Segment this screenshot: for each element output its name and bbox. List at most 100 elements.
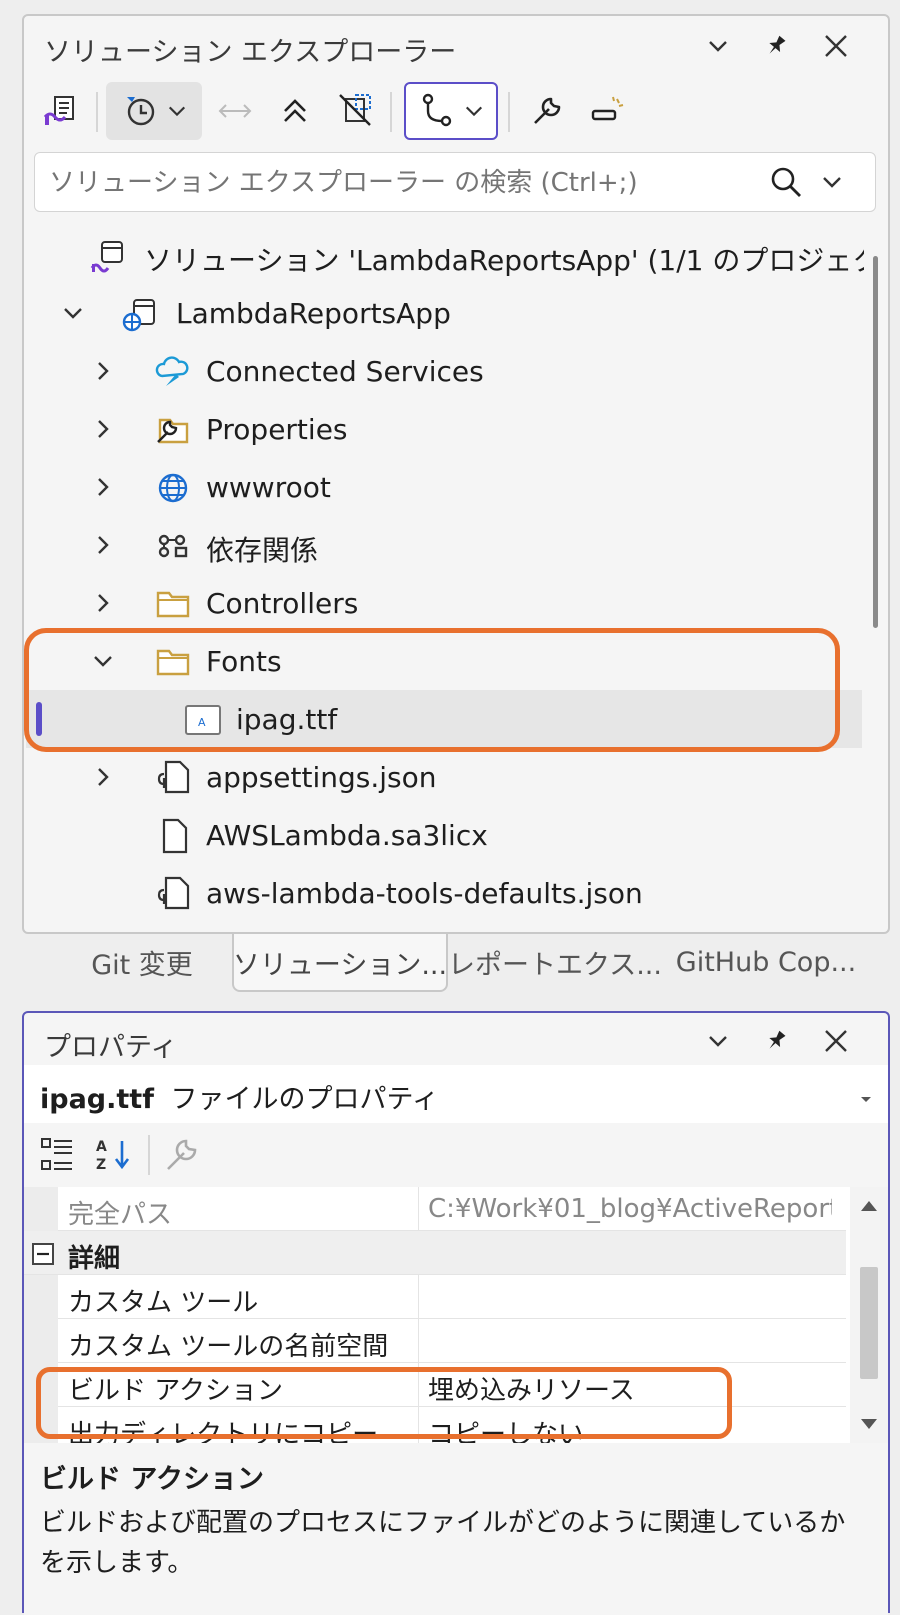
tree-item-label: 依存関係 [206,534,319,567]
description-text: ビルドおよび配置のプロセスにファイルがどのように関連しているかを示します。 [40,1508,846,1578]
tree-item-connected-services[interactable]: Connected Services [26,342,862,400]
property-value: C:¥Work¥01_blog¥ActiveReport [428,1194,832,1224]
tree-item-project[interactable]: LambdaReportsApp [26,284,862,342]
chevron-right-icon[interactable] [88,414,118,444]
property-grid: 完全パス C:¥Work¥01_blog¥ActiveReport 詳細 カスタ… [24,1187,888,1443]
category-name: 詳細 [68,1244,121,1274]
font-file-icon: A [185,705,221,735]
tree-item-label: LambdaReportsApp [176,297,451,330]
property-pages-wrench-icon [162,1135,202,1175]
svg-text:Z: Z [96,1157,106,1173]
properties-wrench-icon[interactable] [524,82,570,140]
property-name: 出力ディレクトリにコピー [68,1420,379,1443]
scroll-up-icon[interactable] [859,1199,879,1213]
property-value[interactable]: 埋め込みリソース [428,1370,635,1407]
tree-item-label: ipag.ttf [236,703,338,736]
solution-search-box [34,152,876,212]
chevron-right-icon[interactable] [88,530,118,560]
chevron-down-icon[interactable] [698,1021,738,1061]
show-all-files-icon[interactable] [332,82,380,140]
connected-services-icon [155,356,189,386]
collapse-icon[interactable] [32,1243,54,1269]
categorized-icon[interactable] [38,1135,78,1175]
search-icon[interactable] [769,165,803,203]
close-icon[interactable] [816,26,856,66]
solution-icon [90,241,123,273]
property-grid-scrollbar[interactable] [850,1187,888,1443]
tree-item-solution[interactable]: ソリューション 'LambdaReportsApp' (1/1 のプロジェクト) [26,226,864,284]
chevron-down-icon[interactable] [698,26,738,66]
tree-item-wwwroot[interactable]: wwwroot [26,458,862,516]
dependencies-icon [158,534,188,558]
chevron-down-icon[interactable] [58,298,88,328]
tree-item-label: Fonts [206,645,282,678]
json-file-icon [157,760,190,794]
object-selector-text: ipag.ttf ファイルのプロパティ [40,1077,439,1116]
tree-item-awslambda[interactable]: AWSLambda.sa3licx [26,806,862,864]
close-icon[interactable] [816,1021,856,1061]
scroll-thumb[interactable] [860,1267,878,1379]
tree-item-dependencies[interactable]: 依存関係 [26,516,862,574]
tree-item-controllers[interactable]: Controllers [26,574,862,632]
sync-with-document-icon[interactable] [212,82,258,140]
tool-window-tabs: Git 変更 ソリューション... レポートエクス... GitHub Cop.… [22,934,890,994]
pending-changes-filter-button[interactable] [106,82,202,140]
property-row-custom-tool-namespace[interactable]: カスタム ツールの名前空間 [24,1319,846,1363]
tree-item-properties[interactable]: Properties [26,400,862,458]
collapse-all-icon[interactable] [272,82,318,140]
view-selector-button[interactable] [404,82,498,140]
chevron-right-icon[interactable] [88,762,118,792]
tree-scrollbar[interactable] [873,256,878,628]
alphabetical-icon[interactable]: AZ [94,1135,134,1175]
property-category-details[interactable]: 詳細 [24,1231,846,1275]
tree-item-fonts[interactable]: Fonts [26,632,862,690]
json-file-icon [157,876,190,910]
chevron-down-icon[interactable] [88,646,118,676]
property-name: ビルド アクション [68,1376,283,1406]
search-input[interactable] [47,163,751,203]
object-type: ファイルのプロパティ [170,1084,439,1115]
property-row-custom-tool[interactable]: カスタム ツール [24,1275,846,1319]
tree-item-ipag-ttf[interactable]: A ipag.ttf [26,690,862,748]
folder-icon [156,591,190,618]
git-branch-icon [422,93,452,127]
tree-item-appsettings[interactable]: appsettings.json [26,748,862,806]
object-selector[interactable]: ipag.ttf ファイルのプロパティ [24,1065,888,1123]
property-row-full-path[interactable]: 完全パス C:¥Work¥01_blog¥ActiveReport [24,1187,846,1231]
properties-toolbar: AZ [24,1125,888,1183]
svg-text:A: A [96,1139,107,1155]
solution-explorer-panel: ソリューション エクスプローラー ソリューション エクスプローラー の検索 (C… [22,14,890,934]
property-value[interactable]: コピーしない [428,1414,584,1443]
preview-selected-items-icon[interactable] [584,82,630,140]
properties-panel: プロパティ ipag.ttf ファイルのプロパティ AZ 完全パス C:¥Wor… [22,1011,890,1615]
chevron-right-icon[interactable] [88,356,118,386]
property-row-build-action[interactable]: ビルド アクション 埋め込みリソース [24,1363,846,1407]
property-name: カスタム ツールの名前空間 [68,1332,389,1362]
search-options-chevron-icon[interactable] [821,171,843,197]
chevron-right-icon[interactable] [88,588,118,618]
tree-item-label: AWSLambda.sa3licx [206,819,488,852]
caret-down-icon[interactable] [860,1089,872,1108]
scroll-down-icon[interactable] [859,1417,879,1431]
tab-github-copilot[interactable]: GitHub Cop... [668,934,864,990]
properties-title: プロパティ [44,1032,178,1063]
property-row-copy-to-output[interactable]: 出力ディレクトリにコピー コピーしない [24,1407,846,1443]
globe-icon [158,473,188,503]
tree-item-aws-tools[interactable]: aws-lambda-tools-defaults.json [26,864,862,922]
tab-solution-explorer[interactable]: ソリューション... [232,934,448,992]
folder-icon [156,649,190,676]
switch-views-icon[interactable] [36,82,86,140]
tree-item-label: Controllers [206,587,359,620]
tree-item-label: appsettings.json [206,761,437,794]
pin-icon[interactable] [756,1021,796,1061]
file-icon [162,818,188,854]
chevron-right-icon[interactable] [88,472,118,502]
tab-git-changes[interactable]: Git 変更 [52,934,232,990]
tree-item-label: ソリューション 'LambdaReportsApp' (1/1 のプロジェクト) [144,244,864,277]
tree-item-label: Properties [206,413,348,446]
tree-item-label: aws-lambda-tools-defaults.json [206,877,643,910]
tab-report-explorer[interactable]: レポートエクス... [448,934,662,990]
property-description-pane: ビルド アクション ビルドおよび配置のプロセスにファイルがどのように関連している… [24,1449,888,1615]
property-name: カスタム ツール [68,1288,259,1318]
pin-icon[interactable] [756,26,796,66]
